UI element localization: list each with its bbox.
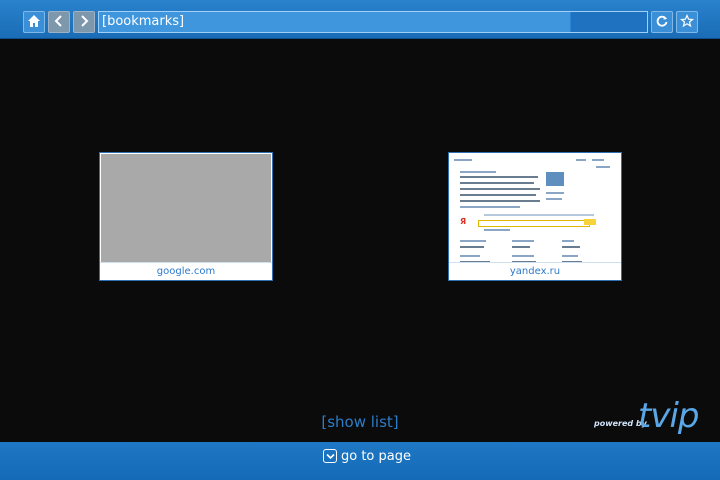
address-bar[interactable]: [bookmarks] [98, 11, 648, 33]
home-icon [27, 14, 41, 31]
back-button[interactable] [48, 11, 70, 33]
bookmark-title: google.com [100, 262, 272, 280]
reload-button[interactable] [651, 11, 673, 33]
go-to-page-button[interactable]: go to page [323, 446, 411, 466]
page-preview: Я [450, 154, 620, 264]
go-to-page-label: go to page [341, 448, 411, 464]
forward-button[interactable] [73, 11, 95, 33]
bookmark-title: yandex.ru [449, 262, 621, 280]
bookmark-tile-google[interactable]: google.com [99, 152, 273, 281]
bookmark-tile-yandex[interactable]: Я yandex.ru [448, 152, 622, 281]
top-toolbar: [bookmarks] [0, 0, 720, 39]
home-button[interactable] [23, 11, 45, 33]
chevron-left-icon [54, 14, 64, 30]
chevron-right-icon [79, 14, 89, 30]
tvip-logo: tvip [638, 396, 699, 436]
brand-logo: powered by tvip [592, 396, 704, 438]
bookmark-button[interactable] [676, 11, 698, 33]
show-list-link[interactable]: [show list] [300, 412, 420, 432]
star-icon [679, 13, 695, 31]
chevron-down-icon [323, 449, 337, 463]
refresh-icon [655, 14, 669, 31]
page-preview [101, 154, 271, 264]
